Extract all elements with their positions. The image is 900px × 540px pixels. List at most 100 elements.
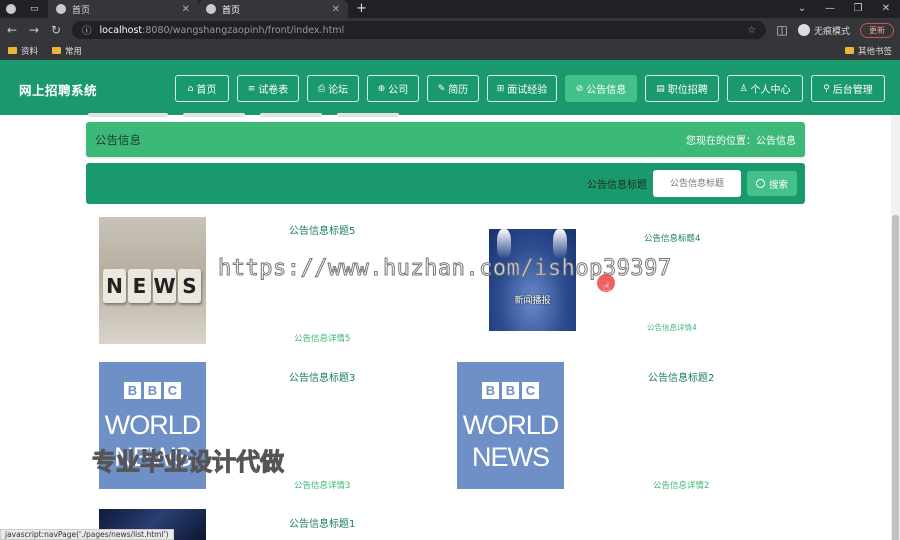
card-title[interactable]: 公告信息标题3 [289,369,355,384]
bbc-line: WORLD [462,410,560,440]
nav-button[interactable]: ⎙ 论坛 [307,75,359,102]
url-input[interactable]: ⓘ localhost:8080/wangshangzaopinh/front/… [72,21,766,39]
incognito-label: 无痕模式 [813,26,850,37]
folder-icon [844,47,854,54]
bookmark-folder-1[interactable]: 资料 [8,45,38,57]
tab-overview-button[interactable] [0,0,24,18]
card-title[interactable]: 公告信息标题5 [289,222,355,237]
scrollbar[interactable] [891,115,900,540]
window-icon: ▭ [30,4,39,14]
bookmark-label: 常用 [65,47,83,57]
site-header: 网上招聘系统 ⌂ 首页 ≡ 试卷表 ⎙ 论坛 ⊕ 公司 ✎ 简历 ⊞ 面试经验 ⊘ 公告信息 ▤ 职位招聘 ♙ 个… [0,60,900,115]
other-bookmarks[interactable]: 其他书签 [844,45,892,57]
browser-tab-1[interactable]: 首页 ✕ [48,0,198,18]
nav-icon: ⚲ [823,83,830,94]
bookmarks-bar: 资料 常用 其他书签 [0,42,900,60]
back-button[interactable]: ← [6,23,18,37]
chevron-down-icon[interactable]: ⌄ [788,0,816,18]
submenu-shadow [88,113,804,119]
nav-icon: ≡ [247,83,256,94]
bbc-letter: B [502,382,519,399]
nav-label: 首页 [196,85,217,96]
search-input[interactable] [653,170,741,197]
nav-button[interactable]: ⊞ 面试经验 [487,75,557,102]
site-title: 网上招聘系统 [19,83,98,98]
card-title[interactable]: 公告信息标题2 [648,369,714,384]
nav-icon: ⊘ [575,83,584,94]
window-controls: ⌄ — ❐ ✕ [788,0,900,18]
bbc-world-image[interactable]: BBC WORLD NEWS [457,362,564,489]
scrollbar-thumb[interactable] [892,215,899,540]
section-header: 公告信息 您现在的位置：公告信息 [86,122,805,157]
nav-button[interactable]: ⊘ 公告信息 [565,75,637,102]
image-caption: 新闻播报 [514,296,551,306]
browser-tab-strip: ▭ 首页 ✕ 首页 ✕ + ⌄ — ❐ ✕ [0,0,900,18]
nav-icon: ♙ [739,83,748,94]
search-label: 公告信息标题 [587,180,647,191]
bookmark-folder-2[interactable]: 常用 [52,45,82,57]
news-letter-block: S [178,269,201,303]
nav-label: 个人中心 [750,85,791,96]
tab-favicon-icon [206,4,216,14]
bbc-line: NEWS [472,442,550,472]
nav-label: 后台管理 [832,85,873,96]
maximize-button[interactable]: ❐ [844,0,872,18]
card-title[interactable]: 公告信息标题4 [644,232,700,244]
hand-cursor-icon: ☝ [603,280,611,294]
news-letter-block: W [153,269,176,303]
incognito-icon [797,24,810,36]
nav-icon: ⊞ [496,83,505,94]
bbc-letter: B [482,382,499,399]
close-icon[interactable]: ✕ [182,4,190,15]
nav-label: 公司 [388,85,409,96]
nav-icon: ✎ [437,83,446,94]
nav-button[interactable]: ⚲ 后台管理 [811,75,885,102]
nav-button[interactable]: ✎ 简历 [427,75,479,102]
nav-icon: ⎙ [317,83,326,94]
minimize-button[interactable]: — [816,0,844,18]
overlay-caption: 专业毕业设计代做 [92,448,285,477]
nav-button[interactable]: ⊕ 公司 [367,75,419,102]
url-host: localhost [99,24,143,36]
url-path: :8080/wangshangzaopinh/front/index.html [142,24,345,36]
tab-window-button[interactable]: ▭ [24,0,48,18]
star-icon[interactable]: ☆ [747,25,756,36]
nav-label: 试卷表 [258,85,289,96]
folder-icon [52,47,62,54]
nav-button[interactable]: ▤ 职位招聘 [645,75,719,102]
bbc-letter: C [522,382,539,399]
card-detail: 公告信息详情2 [653,481,710,491]
spotlight-beam [497,229,511,259]
bbc-line: WORLD [104,410,202,440]
card-detail: 公告信息详情5 [294,334,351,344]
bbc-logo: BBC [457,382,564,399]
close-icon[interactable]: ✕ [332,4,340,15]
nav-label: 职位招聘 [667,85,708,96]
nav-button[interactable]: ♙ 个人中心 [727,75,803,102]
nav-button[interactable]: ≡ 试卷表 [237,75,299,102]
news-image[interactable]: N E W S [99,217,206,344]
info-icon[interactable]: ⓘ [82,23,92,37]
sidebar-icon[interactable]: ◫ [776,23,788,37]
spotlight-beam [553,229,567,259]
browser-tab-2[interactable]: 首页 ✕ [198,0,348,18]
search-button[interactable]: 搜索 [747,171,797,196]
bbc-letter: B [124,382,141,399]
main-nav: ⌂ 首页 ≡ 试卷表 ⎙ 论坛 ⊕ 公司 ✎ 简历 ⊞ 面试经验 ⊘ 公告信息 ▤ 职位招聘 ♙ 个人中心 ⚲ 后台管… [175,75,885,102]
card-title[interactable]: 公告信息标题1 [289,515,355,530]
forward-button[interactable]: → [28,23,40,37]
nav-label: 面试经验 [507,85,548,96]
search-bar: 公告信息标题 搜索 [86,163,805,204]
reload-button[interactable]: ↻ [50,23,62,37]
address-bar-row: ← → ↻ ⓘ localhost:8080/wangshangzaopinh/… [0,18,900,42]
news-letter-block: N [103,269,126,303]
breadcrumb: 您现在的位置：公告信息 [686,136,796,147]
card-detail: 公告信息详情4 [647,323,697,332]
update-button[interactable]: 更新 [860,22,894,38]
incognito-indicator[interactable]: 无痕模式 [797,24,850,37]
close-window-button[interactable]: ✕ [872,0,900,18]
search-icon [755,179,765,188]
nav-button[interactable]: ⌂ 首页 [175,75,229,102]
new-tab-button[interactable]: + [348,0,375,18]
status-bar: javascript:navPage('./pages/news/list.ht… [0,529,174,540]
